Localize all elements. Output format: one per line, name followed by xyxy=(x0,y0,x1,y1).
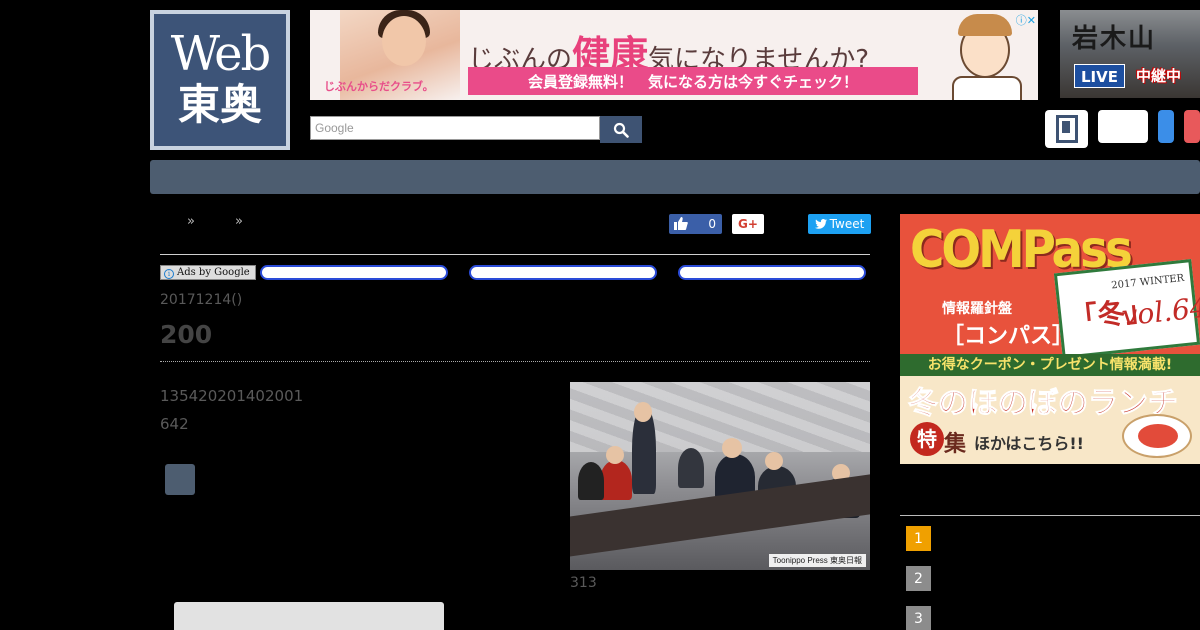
ranking-badge[interactable]: 1 xyxy=(906,526,931,551)
divider xyxy=(160,254,870,255)
top-banner-ad[interactable]: じぶんからだクラブ。 じぶんの健康気になりませんか? 会員登録無料！ 気になる方… xyxy=(310,10,1038,100)
photo-person xyxy=(578,462,604,500)
google-plus-button[interactable]: G+ xyxy=(732,214,764,234)
photo-person-head xyxy=(606,446,624,464)
compass-subtitle: 情報羅針盤 xyxy=(942,301,1012,317)
banner-nurse-illustration xyxy=(950,14,1026,100)
live-camera-thumb[interactable]: 岩木山 LIVE 中継中 xyxy=(1060,10,1200,98)
photo-caption: 313 xyxy=(570,575,597,591)
breadcrumb-separator: » xyxy=(187,214,195,229)
tweet-button[interactable]: Tweet xyxy=(808,214,871,234)
article-action-button[interactable] xyxy=(165,464,195,495)
photo-person-head xyxy=(765,452,783,470)
ad-link-button[interactable] xyxy=(260,265,448,280)
photo-ceiling xyxy=(570,382,870,452)
header-button[interactable] xyxy=(1098,110,1148,143)
site-logo[interactable]: Web 東奥 xyxy=(150,10,290,150)
banner-cta-button[interactable]: 会員登録無料！ 気になる方は今すぐチェック！ xyxy=(468,67,918,95)
article-body-line: 642 xyxy=(160,415,189,433)
search-button[interactable] xyxy=(600,116,642,143)
breadcrumb-separator: » xyxy=(235,214,243,229)
site-search: Google xyxy=(310,116,642,143)
tweet-label: Tweet xyxy=(829,217,865,231)
red-social-button[interactable] xyxy=(1184,110,1200,143)
compass-more-link: ほかはこちら!! xyxy=(974,434,1084,453)
ad-link-button[interactable] xyxy=(678,265,866,280)
facebook-like-button[interactable]: 0 xyxy=(669,214,722,234)
sidebar-divider xyxy=(900,515,1200,516)
logo-line-toou: 東奥 xyxy=(177,80,262,129)
info-icon: i xyxy=(164,269,174,279)
article-photo[interactable]: Toonippo Press 東奥日報 xyxy=(570,382,870,570)
search-icon xyxy=(613,122,629,138)
logo-line-web: Web xyxy=(170,26,272,82)
compass-subtitle-kana: ［コンパス］ xyxy=(942,324,1075,349)
article-title: 200 xyxy=(160,320,213,349)
ranking-badge[interactable]: 2 xyxy=(906,566,931,591)
logo-mark: Web 東奥 xyxy=(154,14,286,146)
photo-person-head xyxy=(634,402,652,422)
banner-brand: じぶんからだクラブ。 xyxy=(324,80,434,93)
ads-by-google-label[interactable]: i Ads by Google xyxy=(160,265,256,280)
compass-strip: お得なクーポン・プレゼント情報満載! xyxy=(900,354,1200,376)
search-input[interactable]: Google xyxy=(310,116,600,140)
compass-toku-badge: 特 xyxy=(910,422,944,456)
photo-credit: Toonippo Press 東奥日報 xyxy=(768,554,866,567)
compass-sidebar-ad[interactable]: COMPass 情報羅針盤 ［コンパス］ 2017 WINTER 「冬」 vol… xyxy=(900,214,1200,464)
global-nav-bar[interactable] xyxy=(150,160,1200,194)
thumbs-up-icon xyxy=(674,217,688,230)
photo-person xyxy=(600,460,632,500)
compass-lunch-headline: 冬のほのぼのランチ xyxy=(908,386,1179,422)
like-count: 0 xyxy=(708,217,716,231)
twitter-bird-icon xyxy=(814,219,827,229)
blue-social-button[interactable] xyxy=(1158,110,1174,143)
document-icon xyxy=(1055,115,1078,143)
paper-edition-button[interactable] xyxy=(1045,110,1088,148)
live-title: 岩木山 xyxy=(1072,24,1157,54)
adchoices-icon[interactable]: ⓘ✕ xyxy=(1016,12,1036,28)
article-body-line: 135420201402001 xyxy=(160,387,304,405)
compass-shu: 集 xyxy=(944,432,967,457)
content-box[interactable] xyxy=(174,602,444,630)
compass-issue-card: 2017 WINTER 「冬」 vol.64 xyxy=(1053,259,1200,359)
ranking-badge[interactable]: 3 xyxy=(906,606,931,630)
dotted-divider xyxy=(160,361,870,362)
live-status: 中継中 xyxy=(1136,67,1182,85)
article-date: 20171214() xyxy=(160,292,243,308)
food-plate-image xyxy=(1122,414,1192,458)
ads-by-google-text: Ads by Google xyxy=(177,267,250,278)
ad-link-button[interactable] xyxy=(469,265,657,280)
photo-person xyxy=(678,448,704,488)
live-badge: LIVE xyxy=(1074,64,1125,88)
photo-person-head xyxy=(722,438,742,458)
